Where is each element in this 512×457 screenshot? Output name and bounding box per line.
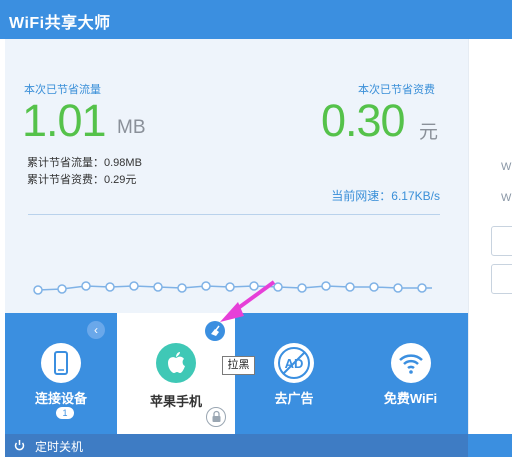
- graph-point: [153, 282, 163, 292]
- tool-apple-phone[interactable]: 苹果手机: [117, 313, 235, 434]
- right-text-2: W: [501, 192, 512, 204]
- money-saved-unit: 元: [419, 122, 439, 143]
- graph-point: [81, 281, 91, 291]
- graph-point: [177, 283, 187, 293]
- right-panel: W W: [468, 39, 512, 434]
- divider: [28, 214, 440, 215]
- chevron-left-icon: ‹: [94, 323, 98, 337]
- tool-label: 免费WiFi: [383, 391, 438, 406]
- wifi-icon: [390, 343, 431, 383]
- graph-point: [201, 281, 211, 291]
- graph-point: [345, 282, 355, 292]
- apple-icon: [156, 343, 196, 383]
- title-bar: WiFi共享大师: [0, 0, 512, 39]
- scheduled-shutdown-link[interactable]: 定时关机: [35, 438, 83, 455]
- graph-point: [129, 281, 139, 291]
- flow-saved-unit: MB: [117, 117, 146, 138]
- ad-block-icon: AD: [274, 343, 314, 383]
- lock-icon: [212, 410, 220, 422]
- total-money-text: 累计节省资费：0.29元: [27, 174, 137, 186]
- annotation-arrow: [220, 280, 276, 322]
- phone-icon: [41, 343, 81, 383]
- money-saved-value: 0.30: [321, 95, 406, 146]
- power-icon[interactable]: [13, 439, 26, 452]
- lock-button[interactable]: [206, 407, 226, 427]
- right-text-1: W: [501, 161, 512, 173]
- footer-right: [468, 434, 512, 457]
- graph-point: [393, 283, 403, 293]
- tool-free-wifi[interactable]: 免费WiFi: [353, 313, 468, 434]
- right-button-2[interactable]: [491, 264, 512, 294]
- flow-saved-value: 1.01: [22, 95, 107, 146]
- tool-label: 连接设备: [34, 391, 87, 406]
- device-count-badge: 1: [56, 407, 74, 419]
- collapse-left-button[interactable]: ‹: [87, 321, 105, 339]
- graph-point: [33, 285, 43, 295]
- window-controls: [458, 6, 498, 32]
- graph-point: [321, 281, 331, 291]
- total-flow-text: 累计节省流量：0.98MB: [27, 157, 142, 169]
- graph-point: [369, 282, 379, 292]
- graph-point: [57, 284, 67, 294]
- graph-point: [297, 283, 307, 293]
- graph-point: [417, 283, 427, 293]
- current-speed: 当前网速：6.17KB/s: [331, 189, 440, 203]
- right-button-1[interactable]: [491, 226, 512, 256]
- block-tooltip: 拉黑: [222, 356, 255, 375]
- graph-point: [105, 282, 115, 292]
- tool-label: 去广告: [274, 391, 314, 406]
- app-title: WiFi共享大师: [9, 15, 111, 32]
- footer-bar: 定时关机: [5, 434, 512, 457]
